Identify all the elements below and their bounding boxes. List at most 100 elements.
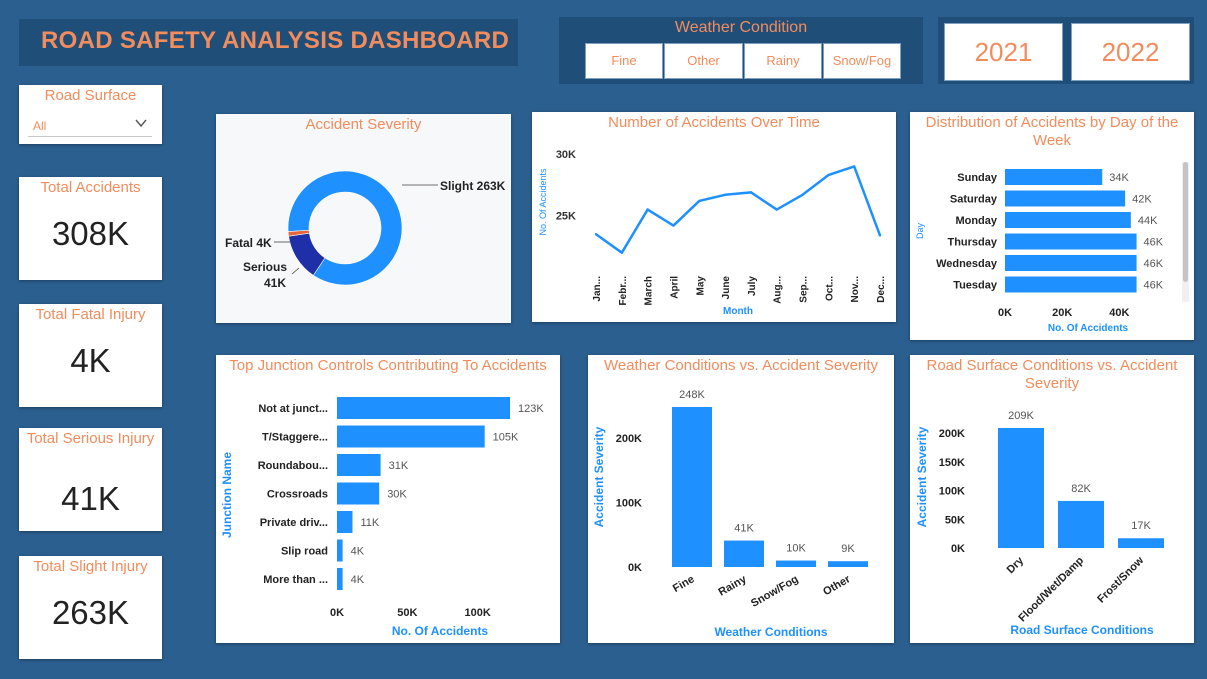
day-of-week-card: Distribution of Accidents by Day of the …: [910, 112, 1194, 340]
x-tick-label: Dec...: [876, 276, 887, 303]
kpi-total-fatal-injury: Total Fatal Injury 4K: [19, 304, 162, 407]
data-label: 30K: [387, 489, 407, 501]
y-tick-label: Not at junct...: [258, 403, 328, 415]
x-tick-label: Aug...: [773, 276, 784, 304]
y-tick-label: More than ...: [263, 574, 328, 586]
data-point: [852, 165, 856, 168]
weather-vs-severity-chart[interactable]: 0K 100K 200K 248K Fine 41K Rainy 10K Snow/Fog 9K O…: [588, 355, 894, 643]
bar: [1058, 500, 1104, 548]
bar: [1118, 538, 1164, 548]
x-axis-title: No. Of Accidents: [392, 624, 489, 638]
scrollbar-track[interactable]: [1182, 162, 1189, 302]
data-label: 105K: [493, 432, 519, 444]
y-tick-label: 200K: [939, 428, 965, 440]
data-point: [775, 208, 778, 211]
y-axis-title: No. Of Accidents: [538, 168, 548, 236]
scrollbar-thumb[interactable]: [1183, 162, 1188, 282]
bar: [1005, 255, 1137, 271]
road-surface-dropdown[interactable]: All: [28, 114, 152, 137]
title-banner: ROAD SAFETY ANALYSIS DASHBOARD: [19, 19, 518, 66]
x-tick-label: July: [747, 276, 758, 296]
kpi-value: 4K: [70, 342, 111, 379]
y-axis-title: Day: [915, 223, 925, 240]
year-option-2021[interactable]: 2021: [944, 23, 1063, 81]
data-point: [827, 173, 830, 177]
bar: [337, 539, 343, 562]
weather-option-other[interactable]: Other: [664, 43, 743, 79]
bar: [1005, 212, 1131, 228]
y-tick-label: Sunday: [957, 172, 998, 184]
weather-condition-slicer: Weather Condition Fine Other Rainy Snow/…: [559, 17, 923, 84]
kpi-value: 263K: [51, 594, 130, 631]
bar: [337, 511, 353, 533]
bar: [776, 560, 816, 567]
leader-line: [291, 267, 300, 275]
x-tick-label: May: [695, 276, 706, 296]
x-tick-label: April: [669, 276, 680, 299]
bar: [1005, 233, 1137, 250]
data-label: 42K: [1132, 194, 1152, 206]
kpi-title: Total Accidents: [40, 179, 141, 196]
data-point: [749, 191, 753, 194]
y-tick-label: 150K: [939, 457, 965, 469]
y-tick-label: T/Staggere...: [262, 432, 328, 444]
bar: [337, 568, 343, 590]
data-label: 46K: [1144, 258, 1164, 270]
data-label: 41K: [734, 523, 754, 535]
data-label: 4K: [351, 546, 365, 558]
y-tick-label: Tuesday: [953, 280, 998, 292]
x-tick-label: March: [644, 276, 655, 305]
y-tick-label: Monday: [955, 215, 997, 227]
data-point: [672, 224, 675, 227]
y-tick-label: 0K: [628, 562, 642, 574]
x-tick-label: Dry: [1005, 554, 1027, 576]
x-tick-label: Rainy: [717, 573, 750, 599]
bar: [337, 425, 485, 448]
data-label: 31K: [389, 460, 409, 472]
accident-severity-card: Accident Severity Slight 263K Fatal 4K Ser…: [216, 114, 511, 323]
y-axis-title: Accident Severity: [915, 426, 929, 527]
y-tick-label: Slip road: [281, 546, 328, 558]
x-tick-label: Flood/Wet/Damp: [1016, 554, 1086, 624]
weather-option-snow-fog[interactable]: Snow/Fog: [823, 43, 901, 79]
kpi-total-slight-injury: Total Slight Injury 263K: [19, 556, 162, 659]
accident-severity-chart[interactable]: Slight 263K Fatal 4K Serious 41K: [216, 114, 511, 323]
y-tick-label: 100K: [616, 497, 642, 509]
weather-option-rainy[interactable]: Rainy: [744, 43, 822, 79]
x-tick-label: Other: [821, 573, 853, 598]
bar: [337, 397, 510, 419]
kpi-value: 308K: [51, 215, 130, 252]
x-tick-label: Snow/Fog: [749, 573, 801, 610]
day-of-week-chart[interactable]: Sunday 34K Saturday 42K Monday 44K Thursday 46K…: [910, 112, 1194, 340]
weather-slicer-title: Weather Condition: [674, 19, 808, 36]
junction-controls-chart[interactable]: Not at junct... 123K T/Staggere... 105K Roun…: [216, 355, 560, 643]
x-tick-label: Frost/Snow: [1095, 554, 1146, 605]
data-label: 34K: [1109, 172, 1129, 184]
page-title: ROAD SAFETY ANALYSIS DASHBOARD: [41, 27, 510, 54]
bar: [337, 454, 381, 476]
weather-option-fine[interactable]: Fine: [585, 43, 663, 79]
bar: [724, 540, 764, 567]
road-surface-vs-severity-card: Road Surface Conditions vs. Accident Sev…: [910, 355, 1194, 643]
y-tick-label: Wednesday: [936, 258, 998, 270]
x-axis-title: Weather Conditions: [714, 625, 827, 639]
x-tick-label: 40K: [1109, 307, 1129, 319]
x-axis-title: Road Surface Conditions: [1010, 623, 1154, 637]
x-axis-title: No. Of Accidents: [1048, 323, 1129, 334]
junction-controls-card: Top Junction Controls Contributing To Ac…: [216, 355, 560, 643]
data-label: 4K: [351, 574, 365, 586]
year-option-2022[interactable]: 2022: [1071, 23, 1190, 81]
donut-label-fatal: Fatal 4K: [225, 236, 272, 250]
kpi-total-serious-injury: Total Serious Injury 41K: [19, 428, 162, 531]
kpi-title: Total Serious Injury: [26, 430, 155, 447]
x-tick-label: Oct...: [824, 276, 835, 301]
x-tick-label: 0K: [330, 607, 344, 619]
data-point: [594, 233, 598, 236]
accidents-over-time-chart[interactable]: 25K 30K Jan... Febr... March April May June July…: [532, 112, 896, 322]
y-tick-label: 0K: [951, 543, 965, 555]
bar: [1005, 190, 1126, 207]
road-surface-vs-severity-chart[interactable]: 0K 50K 100K 150K 200K 209K Dry 82K Flood/Wet/Dam…: [910, 355, 1194, 643]
x-tick-label: 0K: [998, 307, 1012, 319]
data-label: 9K: [841, 543, 855, 555]
data-label: 248K: [679, 389, 705, 401]
